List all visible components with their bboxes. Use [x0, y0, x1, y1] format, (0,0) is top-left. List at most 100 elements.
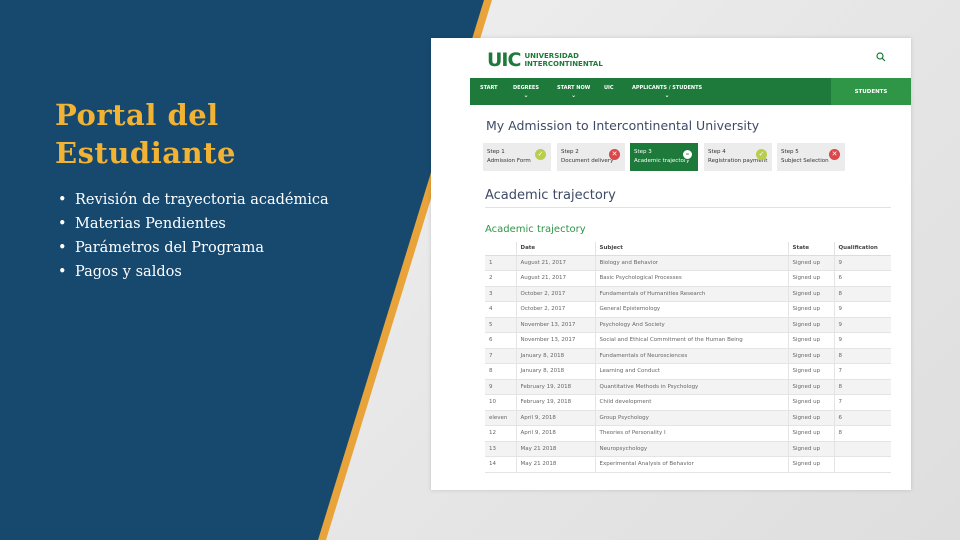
col-header-state: State [787, 242, 834, 256]
cell-date: February 19, 2018 [515, 379, 595, 395]
cell-index: 8 [485, 363, 516, 380]
nav-label: DEGREES [513, 85, 539, 91]
table-row: 6 November 13, 2017 Social and Ethical Com… [485, 332, 891, 349]
current-step-icon: – [682, 149, 693, 160]
cell-qualification [833, 441, 891, 457]
cell-subject: Group Psychology [594, 410, 788, 426]
cell-date: May 21 2018 [515, 441, 595, 457]
cell-index: 13 [485, 441, 516, 457]
step-4-registration-payment[interactable]: Step 4 Registration payment ✓ [704, 143, 772, 171]
cell-state: Signed up [787, 410, 834, 426]
table-row: 4 October 2, 2017 General Epistemology Sign… [485, 301, 891, 318]
cell-state: Signed up [787, 286, 834, 302]
chevron-down-icon: ⌄ [664, 92, 670, 99]
chevron-down-icon: ⌄ [523, 92, 529, 99]
nav-label: APPLICANTS / STUDENTS [632, 85, 703, 91]
cell-state: Signed up [787, 301, 834, 318]
section-title: Academic trajectory [485, 188, 616, 203]
table-row: eleven April 9, 2018 Group Psychology Signe… [485, 410, 891, 426]
bullet-item: Pagos y saldos [58, 260, 329, 284]
col-header-date: Date [515, 242, 595, 256]
table-row: 12 April 9, 2018 Theories of Personality I… [485, 425, 891, 442]
cell-qualification: 9 [833, 255, 891, 271]
cell-subject: Child development [594, 394, 788, 411]
table-row: 9 February 19, 2018 Quantitative Methods i… [485, 379, 891, 395]
error-x-icon: ✕ [829, 149, 840, 160]
slide-title: Portal del Estudiante [55, 96, 315, 172]
col-header-index [485, 242, 516, 256]
students-button[interactable]: STUDENTS [831, 78, 911, 105]
cell-qualification: 8 [833, 348, 891, 364]
search-icon[interactable] [875, 51, 887, 63]
step-3-academic-trajectory[interactable]: Step 3 Academic trajectory – [630, 143, 698, 171]
cell-date: January 8, 2018 [515, 348, 595, 364]
cell-index: 5 [485, 317, 516, 333]
cell-state: Signed up [787, 332, 834, 349]
cell-state: Signed up [787, 270, 834, 287]
cell-date: February 19, 2018 [515, 394, 595, 411]
table-row: 3 October 2, 2017 Fundamentals of Humaniti… [485, 286, 891, 302]
step-2-document-delivery[interactable]: Step 2 Document delivery ✕ [557, 143, 625, 171]
cell-qualification: 9 [833, 332, 891, 349]
cell-index: 7 [485, 348, 516, 364]
cell-date: November 13, 2017 [515, 332, 595, 349]
cell-state: Signed up [787, 348, 834, 364]
bullet-item: Materias Pendientes [58, 212, 329, 236]
logo-line-2: INTERCONTINENTAL [524, 60, 603, 68]
cell-qualification: 7 [833, 394, 891, 411]
logo-text: UNIVERSIDAD INTERCONTINENTAL [524, 52, 602, 68]
nav-item-start[interactable]: START [480, 85, 498, 92]
cell-date: October 2, 2017 [515, 301, 595, 318]
cell-state: Signed up [787, 394, 834, 411]
cell-state: Signed up [787, 363, 834, 380]
cell-subject: Theories of Personality I [594, 425, 788, 442]
cell-state: Signed up [787, 317, 834, 333]
cell-index: 9 [485, 379, 516, 395]
cell-date: November 13, 2017 [515, 317, 595, 333]
portal-screenshot: UIC UNIVERSIDAD INTERCONTINENTAL START D… [431, 38, 911, 490]
table-row: 10 February 19, 2018 Child development Sign… [485, 394, 891, 411]
slide-title-line-2: Estudiante [55, 136, 236, 170]
cell-index: 14 [485, 456, 516, 473]
cell-qualification: 6 [833, 410, 891, 426]
admission-heading: My Admission to Intercontinental Univers… [486, 118, 760, 133]
cell-qualification: 7 [833, 363, 891, 380]
nav-item-degrees[interactable]: DEGREES ⌄ [513, 85, 539, 99]
table-row: 1 August 21, 2017 Biology and Behavior Sign… [485, 255, 891, 271]
cell-qualification: 8 [833, 425, 891, 442]
cell-subject: Basic Psychological Processes [594, 270, 788, 287]
cell-index: 2 [485, 270, 516, 287]
cell-qualification: 9 [833, 301, 891, 318]
university-logo[interactable]: UIC UNIVERSIDAD INTERCONTINENTAL [487, 49, 603, 71]
table-row: 2 August 21, 2017 Basic Psychological Proc… [485, 270, 891, 287]
slide-title-line-1: Portal del [55, 98, 219, 132]
trajectory-table: Date Subject State Qualification 1 August… [485, 242, 891, 473]
cell-date: October 2, 2017 [515, 286, 595, 302]
cell-date: May 21 2018 [515, 456, 595, 473]
cell-subject: General Epistemology [594, 301, 788, 318]
step-5-subject-selection[interactable]: Step 5 Subject Selection ✕ [777, 143, 845, 171]
cell-index: 3 [485, 286, 516, 302]
cell-state: Signed up [787, 425, 834, 442]
table-row: 7 January 8, 2018 Fundamentals of Neurosci… [485, 348, 891, 364]
cell-date: April 9, 2018 [515, 410, 595, 426]
cell-subject: Experimental Analysis of Behavior [594, 456, 788, 473]
table-row: 5 November 13, 2017 Psychology And Society… [485, 317, 891, 333]
cell-date: January 8, 2018 [515, 363, 595, 380]
step-1-admission-form[interactable]: Step 1 Admission Form ✓ [483, 143, 551, 171]
cell-subject: Biology and Behavior [594, 255, 788, 271]
cell-qualification: 8 [833, 286, 891, 302]
cell-state: Signed up [787, 456, 834, 473]
check-icon: ✓ [756, 149, 767, 160]
table-body: 1 August 21, 2017 Biology and Behavior Sign… [485, 255, 891, 473]
cell-subject: Psychology And Society [594, 317, 788, 333]
nav-item-start-now[interactable]: START NOW ⌄ [557, 85, 590, 99]
check-icon: ✓ [535, 149, 546, 160]
nav-item-uic[interactable]: UIC [604, 85, 614, 92]
bullet-item: Parámetros del Programa [58, 236, 329, 260]
cell-index: 6 [485, 332, 516, 349]
cell-state: Signed up [787, 441, 834, 457]
cell-index: 12 [485, 425, 516, 442]
chevron-down-icon: ⌄ [571, 92, 577, 99]
nav-item-applicants-students[interactable]: APPLICANTS / STUDENTS ⌄ [632, 85, 702, 99]
